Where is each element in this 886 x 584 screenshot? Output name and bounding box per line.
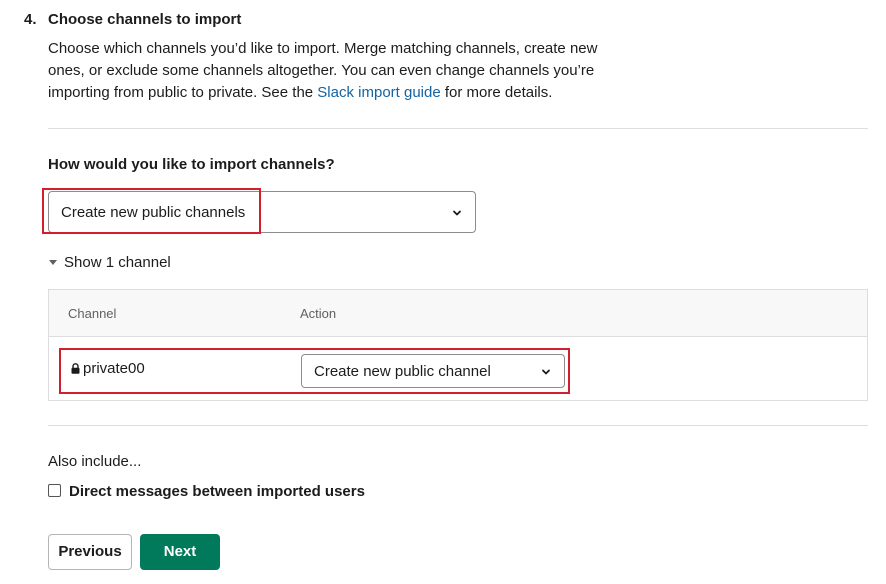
also-include-heading: Also include... <box>48 453 142 470</box>
table-row: private00 Create new public channel <box>49 337 867 400</box>
previous-button[interactable]: Previous <box>48 534 132 570</box>
import-method-select[interactable]: Create new public channels <box>48 191 476 233</box>
show-channels-toggle[interactable]: Show 1 channel <box>48 253 171 273</box>
caret-down-icon <box>49 260 57 266</box>
chevron-down-icon <box>453 210 461 216</box>
step-header: 4. Choose channels to import <box>24 10 241 30</box>
slack-import-guide-link[interactable]: Slack import guide <box>317 84 440 101</box>
step-description: Choose which channels you’d like to impo… <box>48 38 608 104</box>
divider <box>48 425 868 426</box>
import-method-value: Create new public channels <box>61 204 246 221</box>
column-header-channel: Channel <box>68 306 117 321</box>
channel-action-value: Create new public channel <box>314 363 491 380</box>
step-title: Choose channels to import <box>48 11 242 28</box>
column-header-action: Action <box>300 306 337 321</box>
step-number: 4. <box>24 11 37 28</box>
show-channels-label: Show 1 channel <box>64 254 171 271</box>
direct-messages-checkbox[interactable] <box>48 483 61 497</box>
direct-messages-label: Direct messages between imported users <box>69 483 365 500</box>
chevron-down-icon <box>542 369 550 375</box>
channel-name-cell: private00 <box>71 359 145 379</box>
next-button[interactable]: Next <box>140 534 220 570</box>
channel-name: private00 <box>83 360 145 377</box>
channels-table: Channel Action private00 Create new publ… <box>48 289 868 401</box>
channel-action-select[interactable]: Create new public channel <box>301 354 565 388</box>
divider <box>48 128 868 129</box>
import-question: How would you like to import channels? <box>48 156 335 173</box>
table-header: Channel Action <box>49 290 867 337</box>
lock-icon <box>71 362 80 374</box>
description-text-end: for more details. <box>440 84 553 101</box>
direct-messages-option[interactable]: Direct messages between imported users <box>48 482 365 502</box>
